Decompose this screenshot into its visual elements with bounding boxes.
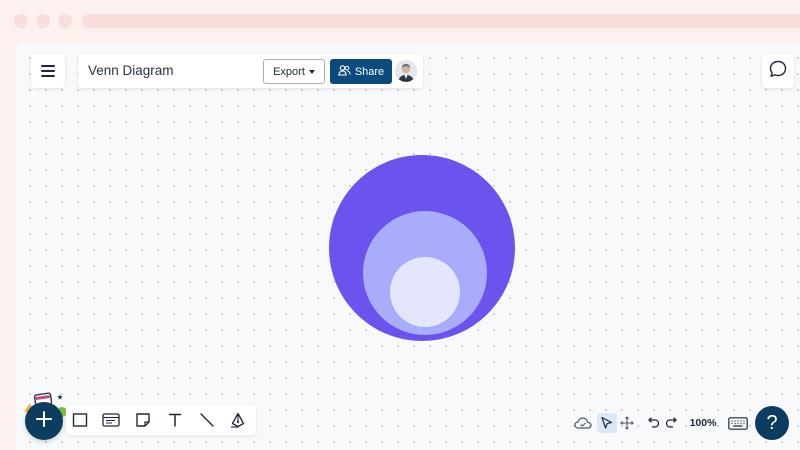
zoom-level[interactable]: 100% — [687, 413, 719, 433]
pen-icon — [231, 412, 245, 428]
cloud-icon — [574, 417, 592, 429]
add-shape-area — [18, 390, 70, 442]
redo-icon — [665, 417, 677, 428]
export-label: Export — [273, 65, 305, 78]
avatar[interactable] — [395, 60, 417, 82]
redo-button[interactable] — [663, 413, 681, 433]
sticky-note-tool[interactable] — [133, 410, 153, 430]
address-bar — [82, 14, 800, 28]
card-icon — [102, 413, 120, 427]
venn-diagram[interactable] — [320, 150, 520, 346]
share-button[interactable]: Share — [330, 59, 392, 84]
pan-tool[interactable] — [618, 413, 636, 433]
export-button[interactable]: Export — [263, 59, 325, 84]
text-tool[interactable] — [165, 410, 185, 430]
plus-icon — [35, 410, 53, 433]
main-menu-button[interactable] — [31, 54, 65, 88]
line-icon — [200, 413, 214, 427]
venn-circle-inner[interactable] — [390, 257, 460, 327]
text-icon — [169, 413, 181, 427]
comment-icon — [768, 59, 788, 84]
window-dot — [58, 14, 72, 28]
help-button[interactable]: ? — [755, 406, 789, 440]
undo-button[interactable] — [644, 413, 662, 433]
rectangle-tool[interactable] — [70, 410, 90, 430]
document-title[interactable]: Venn Diagram — [88, 63, 174, 78]
window-dot — [36, 14, 50, 28]
line-tool[interactable] — [197, 410, 217, 430]
chevron-down-icon — [308, 69, 315, 74]
cursor-icon — [601, 416, 613, 429]
pen-tool[interactable] — [228, 410, 248, 430]
window-dot — [14, 14, 28, 28]
drawing-toolbar — [66, 405, 256, 435]
share-label: Share — [354, 65, 385, 78]
sticky-note-icon — [136, 413, 150, 427]
move-icon — [620, 416, 634, 430]
keyboard-shortcuts-button[interactable] — [727, 413, 749, 433]
cloud-save-status[interactable] — [572, 413, 594, 433]
select-tool[interactable] — [597, 413, 617, 433]
comments-button[interactable] — [762, 54, 794, 88]
rectangle-icon — [72, 413, 88, 427]
keyboard-icon — [728, 416, 748, 430]
undo-icon — [648, 417, 660, 428]
window-chrome — [0, 0, 800, 44]
document-header: Venn Diagram Export Share — [78, 54, 423, 88]
add-button[interactable] — [25, 402, 63, 440]
view-controls: 100% — [570, 410, 750, 436]
users-icon — [337, 64, 351, 79]
card-tool[interactable] — [101, 410, 121, 430]
